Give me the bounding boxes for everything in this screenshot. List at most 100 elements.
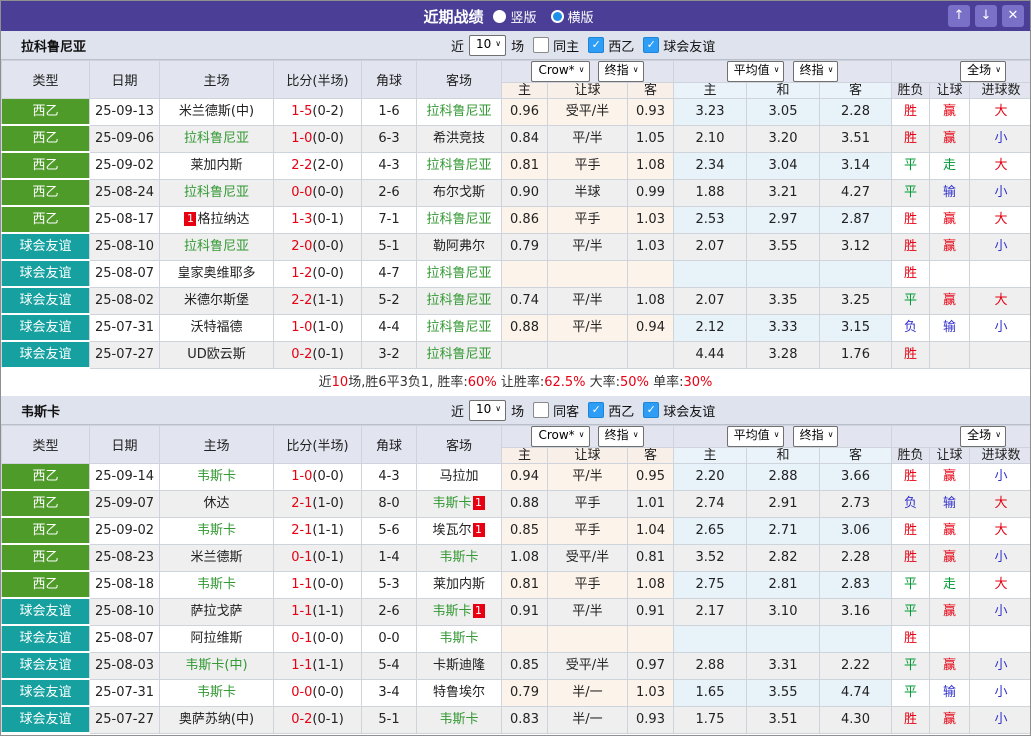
team-label: 皇家奥维耶多: [177, 266, 256, 281]
handicap-odds-cell: 0.97: [627, 651, 674, 680]
europe-odds-cell: 4.44: [673, 340, 747, 369]
handicap-odds-cell: 半/一: [547, 705, 628, 734]
match-row: 西乙 25-09-02 韦斯卡 2-1(1-1) 5-6 埃瓦尔 1 0.85 平手 1.04 2.…: [1, 516, 1030, 545]
handicap-odds-cell: 1.08: [627, 570, 674, 599]
corners-cell: 8-0: [361, 489, 417, 518]
score-cell: 2-2(1-1): [273, 286, 362, 315]
home-team-cell: 米兰德斯: [159, 543, 274, 572]
europe-odds-cell: [746, 624, 820, 653]
average-select[interactable]: 平均值 ∨: [726, 426, 785, 447]
team-label: 韦斯卡: [196, 685, 236, 700]
scope-select[interactable]: 全场 ∨: [960, 61, 1007, 82]
same-venue-checkbox[interactable]: [533, 37, 550, 53]
europe-odds-cell: 2.10: [673, 124, 747, 153]
average-select[interactable]: 平均值 ∨: [726, 61, 785, 82]
handicap-odds-cell: 0.86: [501, 205, 548, 234]
home-team-cell: 韦斯卡: [159, 516, 274, 545]
europe-odds-cell: 2.87: [818, 205, 893, 234]
final-odds-select[interactable]: 终指 ∨: [597, 426, 644, 447]
home-team-cell: 阿拉维斯: [159, 624, 274, 653]
europe-odds-cell: 2.97: [746, 205, 820, 234]
handicap-odds-cell: 0.93: [627, 705, 674, 734]
winloss-result-cell: 胜: [891, 232, 931, 261]
summary-text: 近10场,胜6平3负1, 胜率:60% 让胜率:62.5% 大率:50% 单率:…: [319, 375, 713, 390]
recent-count-select[interactable]: 10 ∨: [469, 399, 507, 421]
matches-body: 西乙 25-09-13 米兰德斯(中) 1-5(0-2) 1-6 拉科鲁尼亚 0.96 受平/…: [1, 98, 1030, 369]
europe-odds-cell: 2.20: [673, 463, 747, 491]
score-cell: 1-2(0-0): [273, 259, 362, 288]
bookmaker-select[interactable]: Crow* ∨: [531, 426, 590, 447]
handicap-result-cell: 赢: [929, 597, 971, 626]
team-name: 韦斯卡: [21, 404, 61, 420]
result-group: 全场 ∨: [891, 425, 1030, 448]
date-cell: 25-08-10: [89, 232, 160, 261]
col-home: 主场: [159, 60, 274, 99]
goals-result-cell: 小: [969, 543, 1030, 572]
recent-results-panel: 近期战绩 竖版 横版 ↑ ↓ ✕ 拉科鲁尼亚 近 10 ∨ 场 同主 ✓ 西乙 …: [0, 0, 1031, 736]
winloss-result-cell: 胜: [891, 463, 931, 491]
final-odds-select[interactable]: 终指 ∨: [597, 61, 644, 82]
move-down-button[interactable]: ↓: [975, 5, 997, 27]
goals-result-cell: 大: [969, 516, 1030, 545]
score-cell: 0-0(0-0): [273, 178, 362, 207]
section-header: 韦斯卡 近 10∨ 场 同客 西乙 球会友谊: [1, 396, 1030, 425]
europe-odds-cell: 1.75: [673, 705, 747, 734]
goals-result-cell: 大: [969, 286, 1030, 315]
league-cell: 球会友谊: [1, 624, 90, 653]
col-date: 日期: [89, 60, 160, 99]
summary-segment: 30%: [683, 375, 713, 390]
away-team-cell: 希洪竞技: [416, 124, 502, 153]
recent-count-select[interactable]: 10 ∨: [469, 34, 507, 56]
goals-result-cell: 大: [969, 98, 1030, 126]
league-checkbox[interactable]: [588, 37, 605, 53]
league-cell: 西乙: [1, 516, 90, 545]
goals-result-cell: 小: [969, 651, 1030, 680]
handicap-result-cell: 赢: [929, 232, 971, 261]
corners-cell: 5-2: [361, 286, 417, 315]
bookmaker-select[interactable]: Crow* ∨: [531, 61, 590, 82]
section-header: 拉科鲁尼亚 近 10∨ 场 同主 西乙 球会友谊: [1, 31, 1030, 60]
friendly-checkbox[interactable]: [643, 402, 660, 418]
score-cell: 1-0(1-0): [273, 313, 362, 342]
team-label: UD欧云斯: [187, 347, 246, 362]
team-label: 韦斯卡: [439, 712, 479, 727]
final-odds-select[interactable]: 终指 ∨: [792, 61, 839, 82]
friendly-checkbox[interactable]: [643, 37, 660, 53]
league-cell: 球会友谊: [1, 232, 90, 261]
horizontal-layout-radio[interactable]: 横版: [550, 7, 594, 26]
home-team-cell: 奥萨苏纳(中): [159, 705, 274, 734]
europe-odds-cell: 3.25: [818, 286, 893, 315]
close-button[interactable]: ✕: [1002, 5, 1024, 27]
match-row: 西乙 25-09-02 莱加内斯 2-2(2-0) 4-3 拉科鲁尼亚 0.81 平手 1.08…: [1, 151, 1030, 180]
team-label: 萨拉戈萨: [190, 604, 243, 619]
away-team-cell: 拉科鲁尼亚: [416, 286, 502, 315]
handicap-odds-group: Crow* ∨ 终指 ∨: [501, 60, 674, 83]
chevron-down-icon: ∨: [827, 430, 834, 439]
team-label: 拉科鲁尼亚: [183, 131, 249, 146]
handicap-odds-cell: 0.94: [501, 463, 548, 491]
final-odds-select[interactable]: 终指 ∨: [792, 426, 839, 447]
corners-cell: 1-4: [361, 543, 417, 572]
league-checkbox[interactable]: [588, 402, 605, 418]
same-venue-checkbox[interactable]: [533, 402, 550, 418]
team-label: 拉科鲁尼亚: [426, 320, 492, 335]
europe-odds-cell: 3.55: [746, 678, 820, 707]
radio-checked-icon: [550, 9, 564, 23]
europe-odds-cell: 2.12: [673, 313, 747, 342]
score-cell: 1-1(1-1): [273, 651, 362, 680]
home-team-cell: 拉科鲁尼亚: [159, 124, 274, 153]
col-handicap-result: 让球: [929, 447, 971, 464]
summary-segment: 大率:: [585, 375, 621, 390]
handicap-odds-cell: 0.96: [501, 98, 548, 126]
europe-odds-cell: 3.21: [746, 178, 820, 207]
europe-odds-cell: 3.31: [746, 651, 820, 680]
handicap-odds-cell: 0.74: [501, 286, 548, 315]
handicap-result-cell: 走: [929, 151, 971, 180]
handicap-odds-cell: 平/半: [547, 286, 628, 315]
date-cell: 25-09-02: [89, 516, 160, 545]
vertical-layout-radio[interactable]: 竖版: [493, 7, 537, 26]
move-up-button[interactable]: ↑: [948, 5, 970, 27]
goals-result-cell: [969, 624, 1030, 653]
scope-select[interactable]: 全场 ∨: [960, 426, 1007, 447]
handicap-odds-cell: 0.93: [627, 98, 674, 126]
